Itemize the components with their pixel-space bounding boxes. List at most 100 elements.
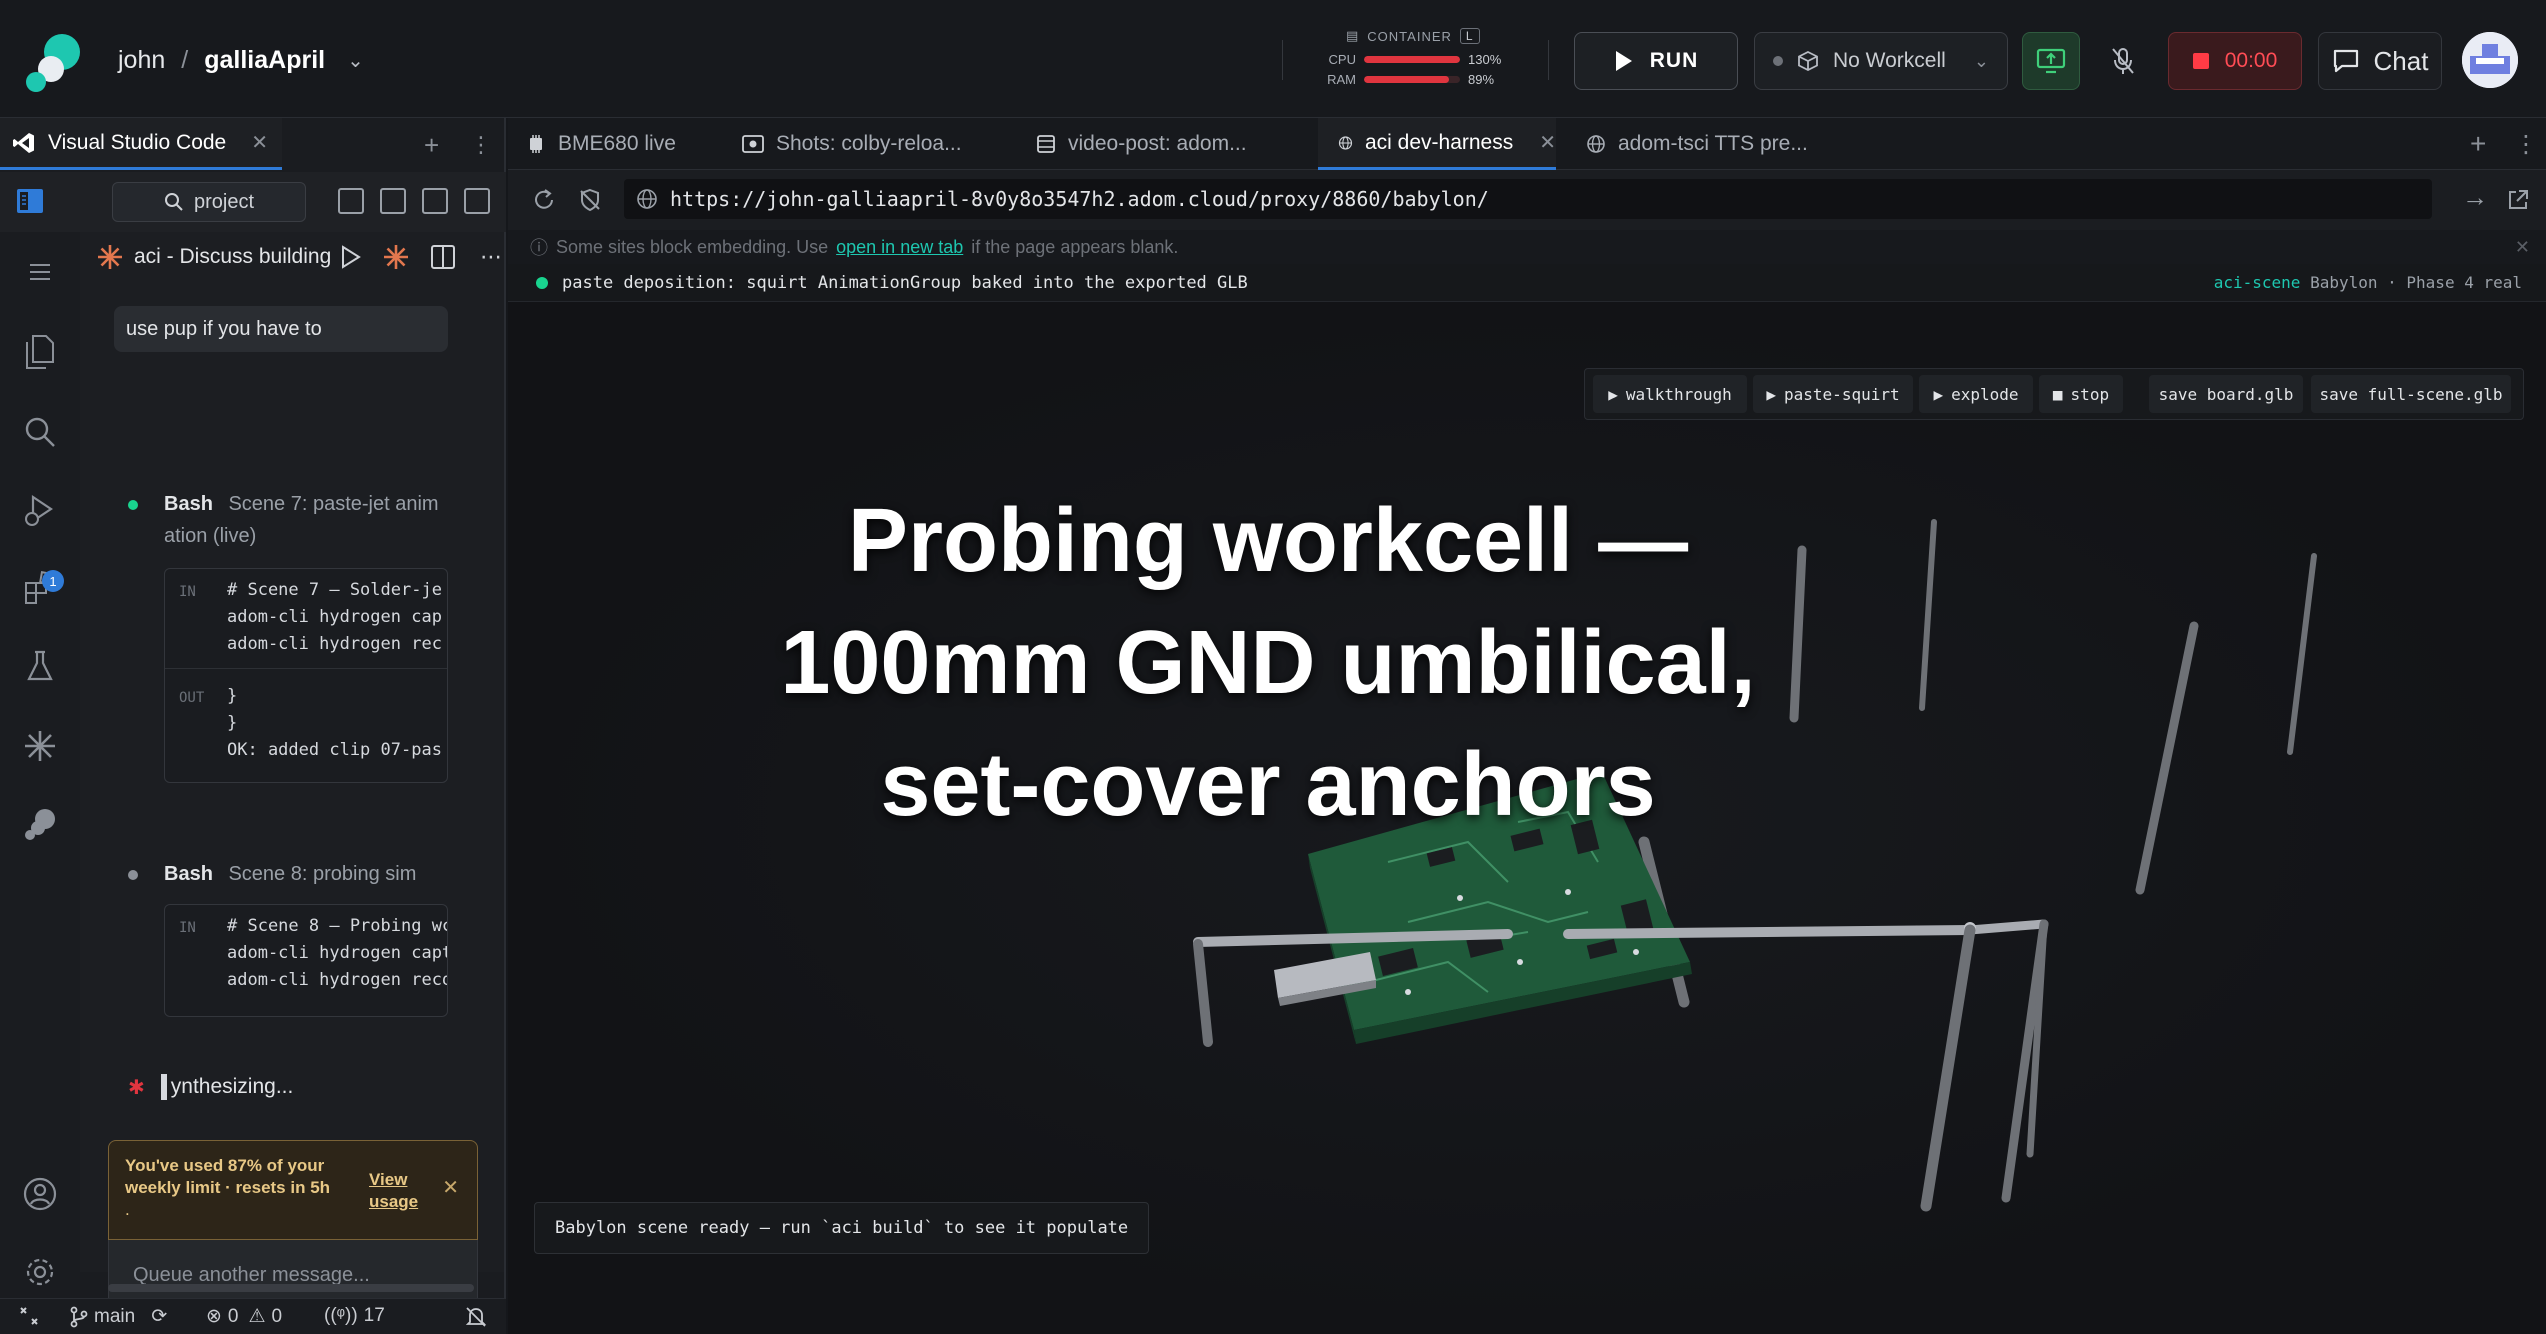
open-new-tab-link[interactable]: open in new tab [836,237,963,258]
save-full-scene-button[interactable]: save full-scene.glb [2311,375,2511,413]
close-icon[interactable]: ✕ [251,130,268,155]
breadcrumb-user[interactable]: john [118,46,165,75]
scene-controls: ▶ walkthrough ▶ paste-squirt ▶ explode ■ sto… [1584,368,2524,420]
git-branch-icon [70,1306,88,1327]
more-options-icon[interactable]: ⋮ [2514,130,2538,159]
tool-title: Scene 7: paste-jet anim [228,493,439,515]
explorer-files-icon[interactable] [20,332,60,372]
explode-button[interactable]: ▶ explode [1919,375,2033,413]
tab-visual-studio-code[interactable]: Visual Studio Code ✕ [0,118,282,170]
tool-kind: Bash [164,863,213,885]
tool-title: Scene 8: probing sim [228,863,417,885]
notifications-off-icon[interactable] [464,1305,488,1329]
chat-session-header: aci - Discuss building ⋯ [80,232,504,282]
ram-bar-fill [1364,76,1450,83]
search-label: project [193,190,255,213]
toggle-secondary-sidebar-icon[interactable] [464,188,490,214]
git-branch-label: main [94,1305,136,1327]
code-block[interactable]: IN # Scene 7 — Solder-je adom-cli hydrog… [164,568,448,783]
close-icon[interactable]: ✕ [442,1177,459,1199]
search-icon[interactable] [20,412,60,452]
run-debug-icon[interactable] [20,490,60,530]
chat-session-title[interactable]: aci - Discuss building [134,245,330,269]
play-icon[interactable] [340,245,362,269]
ports-indicator[interactable]: ((ᵠ)) 17 [324,1305,385,1327]
settings-gear-icon[interactable] [20,1252,60,1292]
new-tab-icon[interactable]: + [2470,128,2486,160]
remote-indicator-icon[interactable] [18,1305,40,1327]
activity-bar [0,232,80,1286]
browser-tab-active[interactable]: aci dev-harness ✕ [1318,118,1556,170]
open-external-icon[interactable] [2506,188,2530,212]
chevron-down-icon: ⌄ [1973,50,1989,71]
chevron-down-icon[interactable]: ⌄ [347,48,364,73]
paste-squirt-button[interactable]: ▶ paste-squirt [1753,375,1913,413]
layout-grid-icon[interactable] [338,188,364,214]
horizontal-scrollbar[interactable] [108,1284,474,1292]
workcell-selector[interactable]: No Workcell ⌄ [1754,32,2008,90]
record-button[interactable]: 00:00 [2168,32,2302,90]
tool-call-text: Bash Scene 8: probing sim [164,858,478,890]
close-icon[interactable]: ✕ [1539,130,1556,155]
status-bar: main ⟳ ⊗ 0 ⚠ 0 ((ᵠ)) 17 [0,1298,506,1334]
walkthrough-button[interactable]: ▶ walkthrough [1593,375,1747,413]
toggle-panel-icon[interactable] [422,188,448,214]
split-editor-icon[interactable] [430,244,456,270]
reload-icon[interactable] [532,188,556,212]
ai-sparkle-icon[interactable] [20,726,60,766]
chip-icon [530,135,542,153]
scene-name: aci-scene [2213,273,2301,292]
ram-value: 89% [1468,72,1495,87]
record-timer: 00:00 [2224,49,2278,72]
url-input[interactable]: https://john-galliaapril-8v0y8o3547h2.ad… [624,179,2432,219]
close-icon[interactable]: ✕ [2515,237,2530,258]
sync-icon[interactable]: ⟳ [151,1305,167,1328]
container-meter[interactable]: ▤ CONTAINER L CPU 130% RAM 89% [1322,24,1512,96]
code-block[interactable]: IN # Scene 8 — Probing wc adom-cli hydro… [164,904,448,1017]
tool-call-item[interactable]: Bash Scene 8: probing sim [128,858,478,890]
scene-ready-text: Babylon scene ready — run `aci build` to… [555,1218,1129,1238]
toolbar-divider [1282,40,1283,80]
avatar[interactable] [2462,32,2518,88]
ports-count: 17 [363,1305,385,1326]
status-dot [128,500,138,510]
babylon-viewport[interactable]: ▶ walkthrough ▶ paste-squirt ▶ explode ■ sto… [508,302,2546,1334]
run-button[interactable]: RUN [1574,32,1738,90]
app-logo-icon[interactable] [24,32,84,92]
claude-spark-icon [98,245,122,269]
breadcrumb-project[interactable]: galliaApril [204,46,325,75]
more-options-icon[interactable]: ⋯ [480,244,502,270]
claude-spark-icon[interactable] [382,243,410,271]
embed-note-after: if the page appears blank. [971,236,1179,257]
view-usage-link[interactable]: View usage [369,1169,429,1213]
testing-flask-icon[interactable] [20,646,60,686]
browser-tab[interactable]: Shots: colby-reloa... [742,118,992,170]
adom-logo-icon[interactable] [20,804,60,844]
problems-indicator[interactable]: ⊗ 0 ⚠ 0 [206,1305,282,1328]
more-options-icon[interactable]: ⋮ [470,132,492,158]
save-board-button[interactable]: save board.glb [2149,375,2303,413]
stop-button[interactable]: ■ stop [2039,375,2123,413]
browser-tab[interactable]: video-post: adom... [1036,118,1286,170]
chat-button[interactable]: Chat [2318,32,2442,90]
scene-caption: Probing workcell — 100mm GND umbilical, … [738,480,1798,846]
shield-off-icon[interactable] [578,188,602,212]
menu-icon[interactable] [20,252,60,292]
account-icon[interactable] [20,1174,60,1214]
ram-label: RAM [1327,72,1356,87]
add-tab-icon[interactable]: + [424,130,439,161]
mic-toggle-button[interactable] [2094,32,2152,90]
code-out-tag: OUT [179,690,205,706]
git-branch[interactable]: main ⟳ [70,1305,167,1328]
browser-tab[interactable]: adom-tsci TTS pre... [1586,118,1856,170]
browser-tab[interactable]: BME680 live [526,118,726,170]
chat-label: Chat [2373,45,2429,76]
toggle-sidebar-icon[interactable] [380,188,406,214]
screen-share-button[interactable] [2022,32,2080,90]
command-search[interactable]: project [112,182,306,222]
go-arrow-icon[interactable]: → [2462,182,2488,213]
workcell-label: No Workcell [1833,49,1946,72]
explorer-toggle-icon[interactable] [16,188,44,214]
play-icon: ▶ [1608,384,1618,404]
tool-call-item[interactable]: Bash Scene 7: paste-jet anim ation (live… [128,488,478,552]
